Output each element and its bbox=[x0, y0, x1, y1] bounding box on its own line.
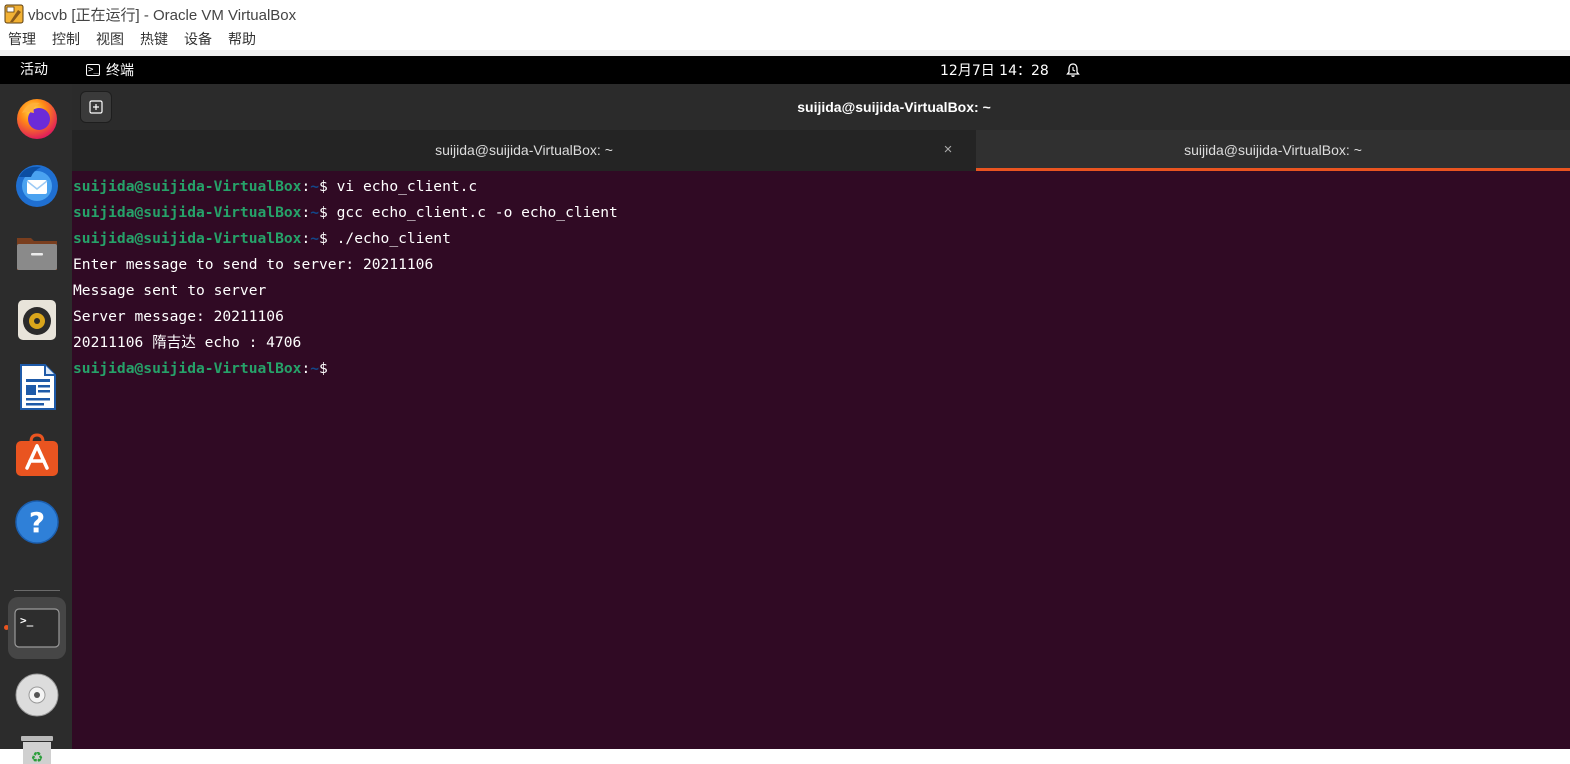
clock[interactable]: 12月7日 14：28 bbox=[940, 56, 1081, 84]
app-menu[interactable]: >_ 终端 bbox=[86, 56, 134, 84]
output-text: Message sent to server bbox=[73, 282, 267, 299]
prompt-symbol: $ bbox=[319, 204, 328, 221]
vbox-menubar: 管理 控制 视图 热键 设备 帮助 bbox=[0, 28, 1570, 56]
terminal-line: Message sent to server bbox=[73, 278, 1563, 304]
tab-bar: suijida@suijida-VirtualBox: ~ × suijida@… bbox=[72, 130, 1570, 171]
tab-2-active[interactable]: suijida@suijida-VirtualBox: ~ bbox=[976, 130, 1570, 171]
close-icon[interactable]: × bbox=[938, 130, 958, 170]
guest-screen: 活动 >_ 终端 12月7日 14：28 ? >_ ♻ suijida@suij… bbox=[0, 56, 1570, 764]
prompt-path: ~ bbox=[310, 230, 320, 247]
prompt-colon: : bbox=[301, 204, 311, 221]
terminal-line: Enter message to send to server: 2021110… bbox=[73, 252, 1563, 278]
menu-manage[interactable]: 管理 bbox=[0, 28, 44, 50]
dvd-icon bbox=[15, 673, 59, 717]
prompt-path: ~ bbox=[310, 204, 320, 221]
prompt-symbol: $ bbox=[319, 230, 328, 247]
terminal-title: suijida@suijida-VirtualBox: ~ bbox=[797, 99, 991, 115]
terminal-line: suijida@suijida-VirtualBox:~$ gcc echo_c… bbox=[73, 200, 1563, 226]
prompt-user-host: suijida@suijida-VirtualBox bbox=[73, 230, 302, 247]
terminal-line: Server message: 20211106 bbox=[73, 304, 1563, 330]
dock-app-center[interactable] bbox=[8, 426, 66, 484]
svg-text:?: ? bbox=[29, 506, 45, 539]
terminal-window: suijida@suijida-VirtualBox: ~ suijida@su… bbox=[72, 84, 1570, 749]
tab-1[interactable]: suijida@suijida-VirtualBox: ~ × bbox=[72, 130, 976, 171]
menu-view[interactable]: 视图 bbox=[88, 28, 132, 50]
menu-help[interactable]: 帮助 bbox=[220, 28, 264, 50]
prompt-user-host: suijida@suijida-VirtualBox bbox=[73, 360, 302, 377]
command-text: gcc echo_client.c -o echo_client bbox=[327, 204, 618, 221]
command-text: vi echo_client.c bbox=[327, 178, 478, 195]
prompt-colon: : bbox=[301, 360, 311, 377]
window-title: vbcvb [正在运行] - Oracle VM VirtualBox bbox=[28, 6, 297, 24]
tab-label: suijida@suijida-VirtualBox: ~ bbox=[1184, 142, 1362, 158]
prompt-path: ~ bbox=[310, 360, 320, 377]
trash-icon: ♻ bbox=[21, 736, 53, 764]
gnome-top-bar: 活动 >_ 终端 12月7日 14：28 bbox=[0, 56, 1570, 84]
app-center-icon bbox=[16, 433, 58, 476]
terminal-icon: >_ bbox=[86, 64, 100, 76]
dock-trash[interactable]: ♻ bbox=[8, 734, 66, 764]
output-text: Server message: 20211106 bbox=[73, 308, 284, 325]
dock-terminal[interactable]: >_ bbox=[8, 597, 66, 659]
dock-writer[interactable] bbox=[8, 358, 66, 416]
activities-button[interactable]: 活动 bbox=[20, 56, 48, 84]
prompt-colon: : bbox=[301, 178, 311, 195]
terminal-line: suijida@suijida-VirtualBox:~$ vi echo_cl… bbox=[73, 174, 1563, 200]
prompt-user-host: suijida@suijida-VirtualBox bbox=[73, 204, 302, 221]
alarm-icon bbox=[1066, 63, 1080, 77]
firefox-icon bbox=[17, 99, 57, 139]
prompt-symbol: $ bbox=[319, 360, 328, 377]
menu-hotkeys[interactable]: 热键 bbox=[132, 28, 176, 50]
dock-files[interactable] bbox=[8, 224, 66, 282]
dock-thunderbird[interactable] bbox=[8, 156, 66, 214]
dock-dvd[interactable] bbox=[8, 666, 66, 724]
dock-help[interactable]: ? bbox=[8, 493, 66, 551]
app-menu-label: 终端 bbox=[106, 63, 134, 79]
terminal-icon: >_ bbox=[14, 608, 60, 648]
terminal-line: suijida@suijida-VirtualBox:~$ bbox=[73, 356, 1563, 382]
terminal-line: suijida@suijida-VirtualBox:~$ ./echo_cli… bbox=[73, 226, 1563, 252]
help-icon: ? bbox=[15, 500, 59, 544]
dock-rhythmbox[interactable] bbox=[8, 291, 66, 349]
files-icon bbox=[17, 238, 57, 270]
tab-label: suijida@suijida-VirtualBox: ~ bbox=[435, 142, 613, 158]
prompt-user-host: suijida@suijida-VirtualBox bbox=[73, 178, 302, 195]
terminal-line: 20211106 隋吉达 echo : 4706 bbox=[73, 330, 1563, 356]
menu-devices[interactable]: 设备 bbox=[176, 28, 220, 50]
prompt-symbol: $ bbox=[319, 178, 328, 195]
dock-separator bbox=[14, 590, 60, 591]
output-text: 20211106 隋吉达 echo : 4706 bbox=[73, 334, 302, 351]
clock-label: 12月7日 14：28 bbox=[940, 63, 1049, 79]
svg-text:>_: >_ bbox=[20, 614, 34, 627]
svg-text:♻: ♻ bbox=[31, 750, 44, 764]
menu-control[interactable]: 控制 bbox=[44, 28, 88, 50]
libreoffice-writer-icon bbox=[20, 364, 56, 410]
new-tab-button[interactable] bbox=[80, 91, 112, 123]
vbox-titlebar: vbcvb [正在运行] - Oracle VM VirtualBox bbox=[0, 0, 1570, 28]
thunderbird-icon bbox=[16, 165, 58, 207]
new-tab-icon bbox=[89, 100, 103, 114]
prompt-colon: : bbox=[301, 230, 311, 247]
dock: ? >_ ♻ bbox=[0, 84, 72, 764]
command-text: ./echo_client bbox=[327, 230, 451, 247]
rhythmbox-icon bbox=[18, 300, 56, 340]
virtualbox-icon bbox=[4, 4, 24, 24]
terminal-headerbar: suijida@suijida-VirtualBox: ~ bbox=[72, 84, 1570, 131]
output-text: Enter message to send to server: 2021110… bbox=[73, 256, 434, 273]
dock-firefox[interactable] bbox=[8, 89, 66, 147]
terminal-output[interactable]: suijida@suijida-VirtualBox:~$ vi echo_cl… bbox=[73, 174, 1563, 744]
prompt-path: ~ bbox=[310, 178, 320, 195]
